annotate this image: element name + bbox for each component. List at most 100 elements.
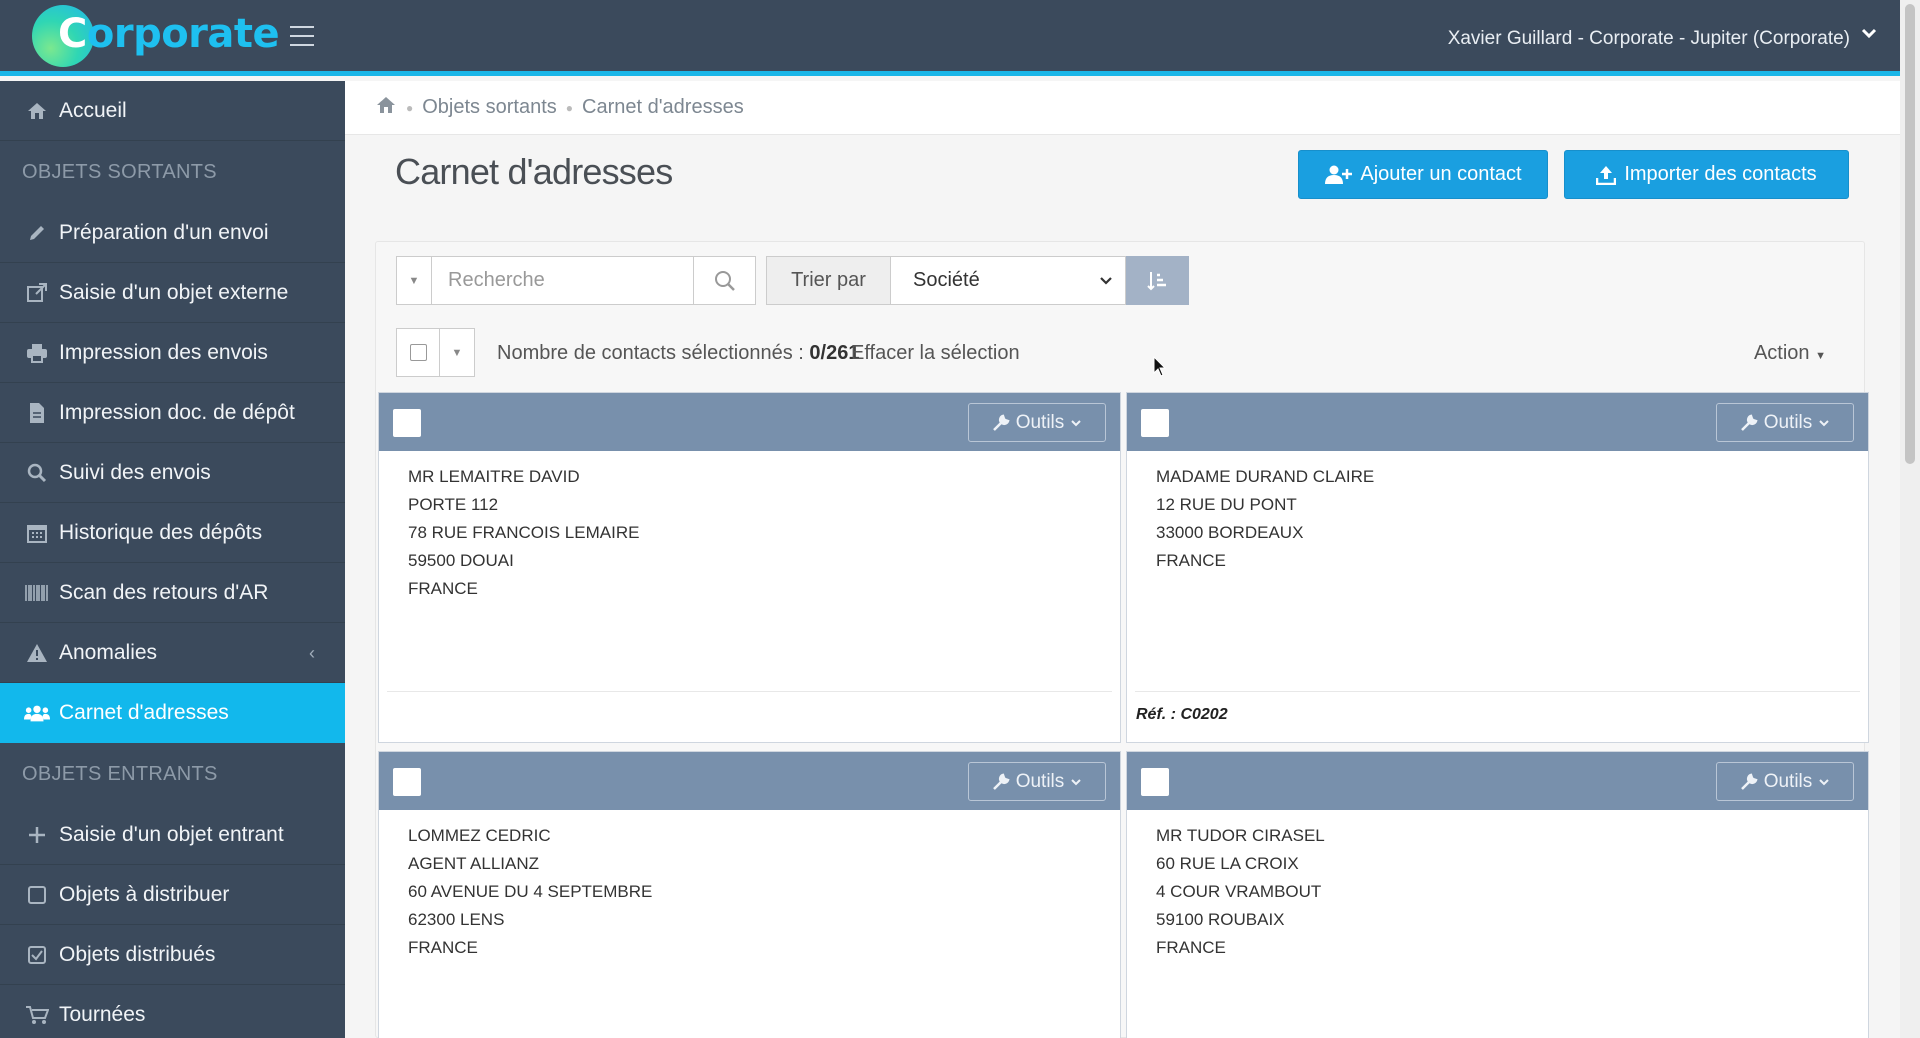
contact-checkbox[interactable] xyxy=(393,768,421,796)
external-link-icon xyxy=(24,280,50,306)
sidebar-item-label: Historique des dépôts xyxy=(59,520,263,544)
sidebar-item-preparation[interactable]: Préparation d'un envoi xyxy=(0,203,345,263)
printer-icon xyxy=(24,340,50,366)
sidebar-item-tournees[interactable]: Tournées xyxy=(0,985,345,1038)
breadcrumb-separator: ● xyxy=(565,100,574,115)
search-icon xyxy=(24,460,50,486)
add-contact-label: Ajouter un contact xyxy=(1360,163,1522,185)
breadcrumb-objets-sortants[interactable]: Objets sortants xyxy=(422,96,557,119)
clear-selection-link[interactable]: Effacer la sélection xyxy=(851,342,1020,365)
calendar-icon xyxy=(24,520,50,546)
search-input[interactable]: Recherche xyxy=(432,256,694,305)
sidebar-item-scan-ar[interactable]: Scan des retours d'AR xyxy=(0,563,345,623)
chevron-down-icon xyxy=(1071,419,1081,426)
checked-square-icon xyxy=(24,942,50,968)
sidebar-item-label: Préparation d'un envoi xyxy=(59,220,269,244)
plus-icon xyxy=(24,822,50,848)
logo-text: Corporate xyxy=(58,11,280,57)
import-contacts-button[interactable]: Importer des contacts xyxy=(1564,150,1849,199)
contact-checkbox[interactable] xyxy=(1141,409,1169,437)
action-dropdown[interactable]: Action ▼ xyxy=(1754,342,1826,365)
tools-dropdown[interactable]: Outils xyxy=(968,403,1106,442)
sidebar-item-distribues[interactable]: Objets distribués xyxy=(0,925,345,985)
menu-toggle-icon[interactable] xyxy=(290,26,316,48)
home-icon[interactable] xyxy=(375,95,397,121)
sidebar-item-label: Objets distribués xyxy=(59,942,216,966)
sidebar-item-label: Saisie d'un objet entrant xyxy=(59,822,284,846)
chevron-left-icon[interactable]: ‹ xyxy=(309,643,315,664)
cart-icon xyxy=(24,1002,50,1028)
sidebar: Accueil OBJETS SORTANTS Préparation d'un… xyxy=(0,81,345,1038)
sidebar-item-accueil[interactable]: Accueil xyxy=(0,81,345,141)
wrench-icon xyxy=(992,413,1010,431)
sidebar-item-saisie-externe[interactable]: Saisie d'un objet externe xyxy=(0,263,345,323)
scrollbar-thumb[interactable] xyxy=(1905,4,1915,464)
sidebar-section-outgoing: OBJETS SORTANTS xyxy=(22,160,217,183)
selected-count: Nombre de contacts sélectionnés : 0/261 xyxy=(497,342,860,364)
contact-address: MADAME DURAND CLAIRE 12 RUE DU PONT 33000 … xyxy=(1156,467,1375,570)
chevron-down-icon[interactable] xyxy=(1860,24,1878,42)
chevron-down-icon xyxy=(1100,276,1112,285)
search-button[interactable] xyxy=(694,256,756,305)
add-contact-button[interactable]: Ajouter un contact xyxy=(1298,150,1548,199)
import-contacts-label: Importer des contacts xyxy=(1624,163,1817,185)
wrench-icon xyxy=(992,772,1010,790)
sort-label: Trier par xyxy=(766,256,891,305)
sidebar-item-saisie-entrant[interactable]: Saisie d'un objet entrant xyxy=(0,805,345,865)
sidebar-item-a-distribuer[interactable]: Objets à distribuer xyxy=(0,865,345,925)
contact-reference xyxy=(387,691,1112,742)
sidebar-item-label: Scan des retours d'AR xyxy=(59,580,269,604)
page-scrollbar[interactable] xyxy=(1900,0,1920,1038)
app-logo[interactable]: Corporate xyxy=(32,5,280,67)
contact-checkbox[interactable] xyxy=(393,409,421,437)
contact-card-header: Outils xyxy=(1127,393,1868,451)
contact-address: MR LEMAITRE DAVID PORTE 112 78 RUE FRANCOI… xyxy=(408,467,640,598)
sidebar-item-label: Carnet d'adresses xyxy=(59,700,229,724)
chevron-down-icon xyxy=(1071,778,1081,785)
contact-card: Outils MR LEMAITRE DAVID PORTE 112 78 RUE … xyxy=(378,392,1121,743)
pencil-icon xyxy=(24,220,50,246)
search-toolbar: ▼ Recherche Trier par Société xyxy=(396,256,1189,305)
sidebar-item-label: Anomalies xyxy=(59,640,158,664)
contact-card-header: Outils xyxy=(379,393,1120,451)
sidebar-item-impression-depot[interactable]: Impression doc. de dépôt xyxy=(0,383,345,443)
breadcrumb: ● Objets sortants ● Carnet d'adresses xyxy=(345,81,1900,135)
contact-card: Outils MADAME DURAND CLAIRE 12 RUE DU PON… xyxy=(1126,392,1869,743)
contact-card-header: Outils xyxy=(1127,752,1868,810)
search-icon xyxy=(714,270,735,291)
select-all-checkbox[interactable] xyxy=(397,329,440,376)
tools-dropdown[interactable]: Outils xyxy=(1716,762,1854,801)
home-icon xyxy=(24,98,50,124)
sidebar-item-label: Suivi des envois xyxy=(59,460,211,484)
contact-reference: Réf. : C0202 xyxy=(1135,691,1860,742)
user-menu[interactable]: Xavier Guillard - Corporate - Jupiter (C… xyxy=(1448,28,1850,50)
tools-dropdown[interactable]: Outils xyxy=(1716,403,1854,442)
sidebar-item-historique[interactable]: Historique des dépôts xyxy=(0,503,345,563)
sort-select-value: Société xyxy=(913,269,980,291)
sidebar-item-suivi[interactable]: Suivi des envois xyxy=(0,443,345,503)
users-icon xyxy=(24,700,50,726)
barcode-icon xyxy=(24,580,50,606)
select-all-control[interactable]: ▼ xyxy=(396,328,475,377)
sidebar-item-label: Objets à distribuer xyxy=(59,882,230,906)
mouse-cursor-icon xyxy=(1153,356,1167,377)
contact-checkbox[interactable] xyxy=(1141,768,1169,796)
sidebar-item-impression-envois[interactable]: Impression des envois xyxy=(0,323,345,383)
main-content: ● Objets sortants ● Carnet d'adresses Ca… xyxy=(345,81,1900,1038)
select-options-dropdown[interactable]: ▼ xyxy=(440,329,474,376)
page-title: Carnet d'adresses xyxy=(395,151,673,192)
sort-select[interactable]: Société xyxy=(891,256,1126,305)
contact-address: LOMMEZ CEDRIC AGENT ALLIANZ 60 AVENUE DU 4… xyxy=(408,826,653,957)
tools-dropdown[interactable]: Outils xyxy=(968,762,1106,801)
sidebar-item-carnet[interactable]: Carnet d'adresses xyxy=(0,683,345,743)
contact-card: Outils MR TUDOR CIRASEL 60 RUE LA CROIX 4 … xyxy=(1126,751,1869,1038)
upload-icon xyxy=(1596,165,1617,185)
document-icon xyxy=(24,400,50,426)
sidebar-item-label: Impression doc. de dépôt xyxy=(59,400,295,424)
sort-direction-button[interactable] xyxy=(1126,256,1189,305)
warning-icon xyxy=(24,640,50,666)
selection-bar: ▼ Nombre de contacts sélectionnés : 0/26… xyxy=(396,328,1846,377)
search-filter-dropdown[interactable]: ▼ xyxy=(396,256,432,305)
sidebar-item-anomalies[interactable]: Anomalies ‹ xyxy=(0,623,345,683)
sidebar-item-label: Accueil xyxy=(59,98,127,122)
